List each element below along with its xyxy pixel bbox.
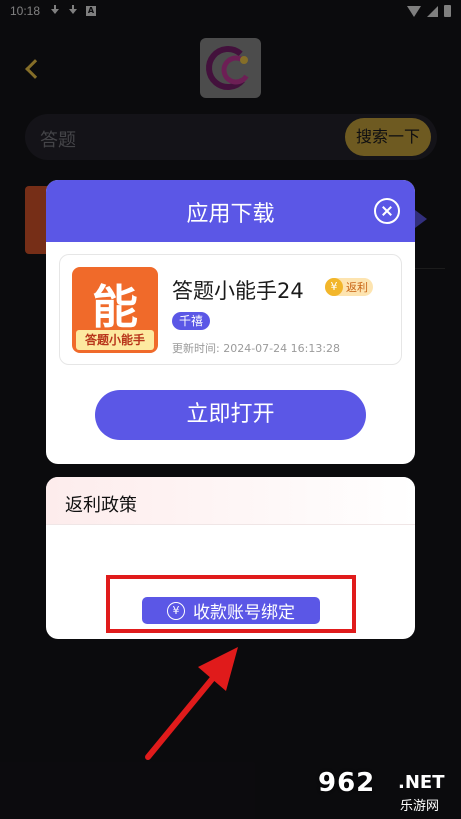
rebate-badge-label: 返利 (346, 281, 368, 294)
watermark-site: 乐游网 (400, 799, 440, 814)
watermark-number: 962 (318, 768, 376, 798)
app-icon-tag: 答题小能手 (76, 330, 154, 350)
open-now-button[interactable]: 立即打开 (95, 390, 366, 440)
watermark-suffix: .NET (398, 772, 445, 793)
watermark-logo: 962 .NET 乐游网 (318, 768, 456, 814)
pointer-arrow-icon (145, 647, 238, 760)
app-icon-char: 能 (92, 280, 138, 334)
app-tag: 千禧 (172, 312, 211, 330)
dialog-title: 应用下载 (186, 202, 275, 227)
app-name: 答题小能手24 (172, 279, 304, 303)
dialog-header: 应用下载 (46, 180, 415, 242)
app-card: 能 答题小能手 答题小能手24 ¥ 返利 千禧 更新时间: 2024-07-24… (59, 254, 402, 365)
policy-title: 返利政策 (65, 495, 137, 516)
update-time: 更新时间: 2024-07-24 16:13:28 (172, 342, 341, 355)
highlight-box (106, 575, 356, 633)
rebate-badge: ¥ 返利 (325, 278, 373, 296)
app-download-dialog: 应用下载 能 答题小能手 答题小能手24 ¥ 返利 千禧 更新时间: 2024-… (46, 180, 415, 464)
close-icon[interactable] (374, 198, 400, 224)
app-icon: 能 答题小能手 (72, 267, 158, 353)
yen-icon: ¥ (325, 278, 343, 296)
